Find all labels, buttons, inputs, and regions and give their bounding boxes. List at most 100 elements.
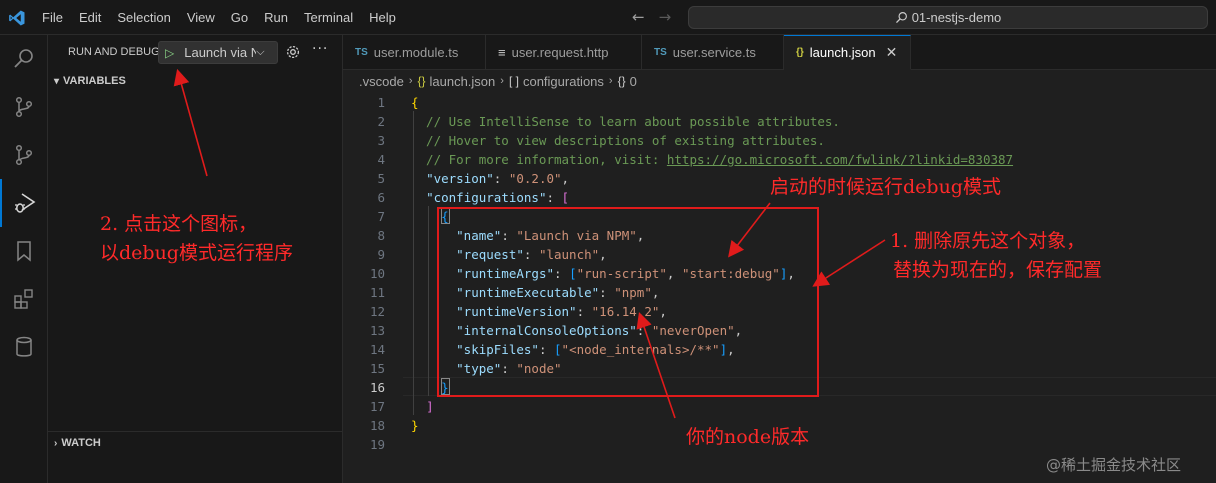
line-number: 18: [369, 418, 385, 433]
gear-icon[interactable]: [285, 44, 301, 60]
line-number: 13: [369, 323, 385, 338]
line-code: "version": "0.2.0",: [411, 169, 569, 188]
code-token: ]: [426, 399, 434, 414]
chevron-down-icon[interactable]: ⌵: [256, 46, 264, 59]
workspace-name: 01-nestjs-demo: [911, 10, 1002, 25]
text-file-icon: ≡: [498, 45, 506, 60]
bookmarks-button[interactable]: [0, 227, 48, 275]
code-line[interactable]: 17 ]: [343, 397, 1216, 416]
menu-item-run[interactable]: Run: [256, 10, 296, 25]
typescript-file-icon: TS: [654, 47, 667, 58]
database-button[interactable]: [0, 323, 48, 371]
source-control-icon: [15, 96, 33, 118]
breadcrumb-symbol[interactable]: configurations: [523, 74, 604, 89]
variables-section-header[interactable]: ▾ VARIABLES: [48, 70, 343, 92]
run-debug-icon: [15, 193, 36, 213]
breadcrumb-file[interactable]: launch.json: [430, 74, 496, 89]
code-token: // Hover to view descriptions of existin…: [411, 133, 825, 148]
line-number: 17: [369, 399, 385, 414]
run-and-debug-button[interactable]: [0, 179, 48, 227]
line-number: 2: [377, 114, 385, 129]
menu-item-file[interactable]: File: [34, 10, 71, 25]
code-line[interactable]: 4 // For more information, visit: https:…: [343, 150, 1216, 169]
launch-config-dropdown[interactable]: ▷ Launch via NPM ⌵: [158, 41, 278, 64]
line-number: 11: [369, 285, 385, 300]
sidebar-title: RUN AND DEBUG: [68, 46, 160, 58]
watermark: @稀土掘金技术社区: [1046, 456, 1182, 474]
watch-section-header[interactable]: › WATCH: [48, 432, 343, 454]
code-line[interactable]: 2 // Use IntelliSense to learn about pos…: [343, 112, 1216, 131]
menu-item-selection[interactable]: Selection: [109, 10, 178, 25]
menu-bar: File Edit Selection View Go Run Terminal Help: [34, 0, 404, 35]
object-icon: {}: [617, 74, 626, 88]
menu-item-terminal[interactable]: Terminal: [296, 10, 361, 25]
line-number: 15: [369, 361, 385, 376]
nav-arrows: ← →: [632, 8, 671, 26]
code-token: https://go.microsoft.com/fwlink/?linkid=…: [666, 152, 1014, 167]
line-code: // For more information, visit: https://…: [411, 150, 1013, 169]
code-token: :: [493, 171, 509, 186]
search-files-icon: [14, 49, 33, 68]
line-number: 8: [377, 228, 385, 243]
line-number: 5: [377, 171, 385, 186]
editor-tabs: TS user.module.ts ≡ user.request.http TS…: [343, 35, 1216, 70]
back-arrow-icon[interactable]: ←: [632, 8, 645, 26]
start-debugging-play-icon[interactable]: ▷: [165, 46, 174, 60]
bookmark-icon: [17, 241, 31, 262]
breadcrumb-folder[interactable]: .vscode: [359, 74, 404, 89]
json-file-icon: {}: [417, 74, 426, 88]
json-file-icon: {}: [796, 47, 804, 58]
menu-item-edit[interactable]: Edit: [71, 10, 109, 25]
code-token: "0.2.0": [508, 171, 562, 186]
line-number: 19: [369, 437, 385, 452]
tab-launch-json[interactable]: {} launch.json ✕: [784, 35, 911, 70]
code-line[interactable]: 3 // Hover to view descriptions of exist…: [343, 131, 1216, 150]
menu-item-go[interactable]: Go: [223, 10, 256, 25]
extensions-button[interactable]: [0, 275, 48, 323]
menu-item-help[interactable]: Help: [361, 10, 404, 25]
database-icon: [16, 336, 32, 357]
tab-label: user.module.ts: [373, 45, 459, 60]
command-center-search[interactable]: 01-nestjs-demo: [688, 6, 1208, 29]
code-token: // For more information, visit:: [411, 152, 667, 167]
explorer-button[interactable]: [0, 35, 48, 83]
tab-user-request[interactable]: ≡ user.request.http: [486, 35, 642, 70]
code-token: }: [411, 418, 419, 433]
line-code: "configurations": [: [411, 188, 569, 207]
vscode-logo-icon: [9, 10, 25, 26]
close-icon[interactable]: ✕: [886, 44, 898, 61]
line-number: 10: [369, 266, 385, 281]
git-graph-button[interactable]: [0, 131, 48, 179]
line-number: 1: [377, 95, 385, 110]
activity-bar: [0, 35, 48, 483]
typescript-file-icon: TS: [355, 47, 368, 58]
chevron-down-icon: ▾: [54, 75, 60, 87]
source-control-button[interactable]: [0, 83, 48, 131]
line-number: 16: [369, 380, 385, 395]
annotation-click-icon-1: 2. 点击这个图标，: [100, 213, 258, 235]
breadcrumb-index[interactable]: 0: [630, 74, 637, 89]
tab-label: launch.json: [809, 45, 876, 60]
git-branch-icon: [15, 144, 33, 166]
launch-config-name: Launch via NPM: [184, 45, 257, 60]
more-actions-icon[interactable]: ···: [312, 41, 328, 57]
line-number: 6: [377, 190, 385, 205]
code-token: // Use IntelliSense to learn about possi…: [411, 114, 840, 129]
forward-arrow-icon[interactable]: →: [659, 8, 672, 26]
config-highlight-box: [437, 207, 819, 397]
tab-label: user.request.http: [511, 45, 609, 60]
extensions-icon: [14, 289, 33, 309]
line-number: 4: [377, 152, 385, 167]
chevron-right-icon: ›: [608, 75, 613, 87]
code-token: "version": [426, 171, 494, 186]
line-number: 7: [377, 209, 385, 224]
code-line[interactable]: 1{: [343, 93, 1216, 112]
tab-user-service[interactable]: TS user.service.ts: [642, 35, 784, 70]
line-number: 3: [377, 133, 385, 148]
search-icon: [895, 12, 907, 23]
tab-user-module[interactable]: TS user.module.ts: [343, 35, 486, 70]
array-icon: [ ]: [508, 74, 519, 88]
menu-item-view[interactable]: View: [179, 10, 223, 25]
